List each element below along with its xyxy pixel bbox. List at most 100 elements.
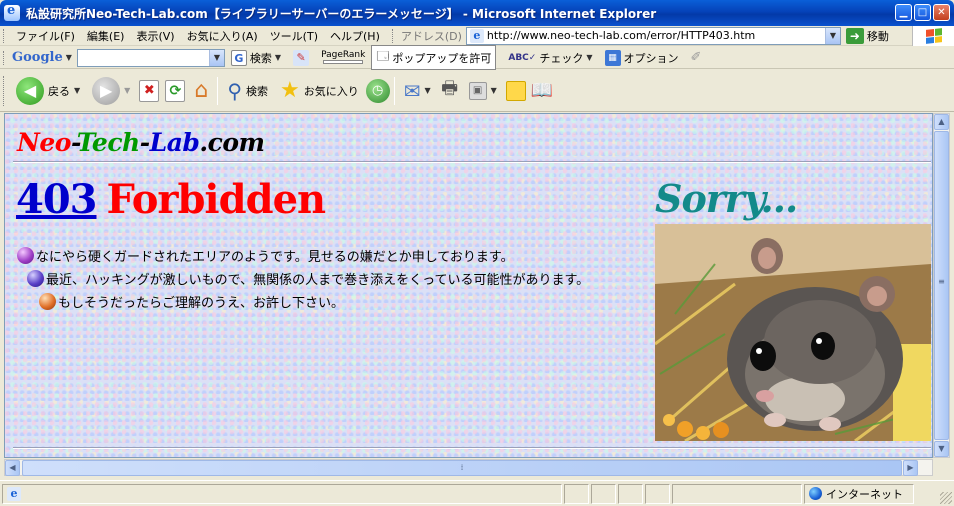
sorry-text: Sorry... <box>655 176 798 221</box>
home-button[interactable]: ⌂ <box>188 78 214 104</box>
maximize-button[interactable]: □ <box>914 4 931 21</box>
edit-button[interactable]: ▣ ▼ <box>463 81 503 100</box>
edit-icon: ▣ <box>468 81 487 100</box>
chevron-down-icon: ▼ <box>124 86 131 95</box>
address-url[interactable]: http://www.neo-tech-lab.com/error/HTTP40… <box>487 29 755 42</box>
title-bar[interactable]: 私設研究所Neo-Tech-Lab.com【ライブラリーサーバーのエラーメッセー… <box>0 0 954 26</box>
minimize-button[interactable]: ▁ <box>895 4 912 21</box>
toolbar-separator <box>393 76 395 105</box>
chevron-left-icon: ◀ <box>9 463 16 472</box>
google-logo-button[interactable]: Google ▼ <box>10 50 74 65</box>
chevron-up-icon: ▲ <box>938 117 945 126</box>
toolbar-grip[interactable] <box>391 28 395 43</box>
refresh-button[interactable]: ⟳ <box>162 78 188 104</box>
forward-button[interactable]: ▶ ▼ <box>86 76 136 105</box>
print-icon: 🖶 <box>441 77 459 99</box>
highlight-button[interactable]: ✐ <box>685 50 708 65</box>
pagerank-indicator[interactable]: PageRank <box>315 51 371 64</box>
chevron-down-icon: ▼ <box>213 52 220 62</box>
status-bar: e インターネット <box>0 480 954 506</box>
scroll-down-button[interactable]: ▼ <box>934 441 949 457</box>
google-search-button[interactable]: G 検索 ▼ <box>225 49 287 66</box>
spellcheck-button[interactable]: ABC✓ チェック ▼ <box>502 50 598 66</box>
history-icon: ◷ <box>365 78 390 103</box>
site-name: Neo-Tech-Lab.com <box>17 128 265 157</box>
address-label: アドレス(D) <box>400 29 462 43</box>
options-icon: ▦ <box>604 49 621 66</box>
message-line: もしそうだったらご理解のうえ、お許し下さい。 <box>17 290 589 313</box>
scroll-right-button[interactable]: ▶ <box>903 460 918 476</box>
error-heading: 403 Forbidden <box>16 176 326 223</box>
popup-allow-button[interactable]: 🗔 ポップアップを許可 <box>371 45 497 70</box>
chevron-right-icon: ▶ <box>907 463 914 472</box>
menu-file[interactable]: ファイル(F) <box>10 28 81 44</box>
site-name-tech: Tech <box>76 128 141 157</box>
page-status-icon: e <box>7 486 21 501</box>
mail-button[interactable]: ✉ ▼ <box>398 79 437 103</box>
menu-view[interactable]: 表示(V) <box>130 28 180 44</box>
back-label: 戻る <box>48 84 70 98</box>
message-line: なにやら硬くガードされたエリアのようです。見せるの嫌だとか申しております。 <box>17 244 589 267</box>
favorites-star-icon: ★ <box>279 78 300 103</box>
blue-bullet-icon <box>27 270 44 287</box>
chevron-down-icon: ▼ <box>829 30 836 40</box>
toolbar-grip[interactable] <box>3 28 6 43</box>
go-label: 移動 <box>866 29 889 43</box>
forward-icon: ▶ <box>92 76 121 105</box>
menu-address-bar: ファイル(F) 編集(E) 表示(V) お気に入り(A) ツール(T) ヘルプ(… <box>0 26 954 46</box>
horizontal-scroll-thumb[interactable]: ⁞ <box>22 460 902 476</box>
google-search-dropdown[interactable]: ▼ <box>208 49 224 66</box>
scroll-up-button[interactable]: ▲ <box>934 114 949 130</box>
resize-grip[interactable] <box>940 492 952 504</box>
messenger-button[interactable] <box>503 78 529 104</box>
window-title: 私設研究所Neo-Tech-Lab.com【ライブラリーサーバーのエラーメッセー… <box>26 6 657 21</box>
google-search-label: 検索 <box>249 51 272 65</box>
page-icon: e <box>469 28 484 43</box>
favorites-button[interactable]: ★ お気に入り <box>274 78 365 103</box>
history-button[interactable]: ◷ <box>365 78 391 104</box>
mail-icon: ✉ <box>403 78 421 103</box>
news-button[interactable]: ✎ <box>287 49 315 66</box>
status-text-cell: e <box>2 483 562 504</box>
research-button[interactable]: 📖 <box>529 78 555 104</box>
toolbar-grip[interactable] <box>3 75 6 106</box>
menu-help[interactable]: ヘルプ(H) <box>324 28 386 44</box>
site-name-neo: Neo <box>17 128 71 157</box>
menu-tools[interactable]: ツール(T) <box>264 28 324 44</box>
vertical-scrollbar[interactable]: ▲ ≡ ▼ <box>933 113 950 458</box>
ie-logo-icon <box>4 3 20 21</box>
site-name-dash: - <box>139 128 150 157</box>
message-text: なにやら硬くガードされたエリアのようです。見せるの嫌だとか申しております。 <box>36 250 514 265</box>
menu-edit[interactable]: 編集(E) <box>81 28 131 44</box>
google-options-button[interactable]: ▦ オプション <box>599 49 685 66</box>
status-cell <box>564 483 589 504</box>
news-icon: ✎ <box>293 49 310 66</box>
minimize-icon: ▁ <box>899 6 908 18</box>
message-text: 最近、ハッキングが激しいもので、無関係の人まで巻き添えをくっている可能性がありま… <box>46 273 590 288</box>
search-icon: ⚲ <box>227 78 242 103</box>
bottom-divider <box>13 447 931 449</box>
back-button[interactable]: ◀ 戻る ▼ <box>10 76 86 105</box>
address-dropdown-button[interactable]: ▼ <box>824 27 840 44</box>
search-button[interactable]: ⚲ 検索 <box>221 79 274 103</box>
address-field[interactable]: e http://www.neo-tech-lab.com/error/HTTP… <box>465 26 841 45</box>
print-button[interactable]: 🖶 <box>437 78 463 104</box>
windows-flag-icon <box>925 28 942 44</box>
stop-icon: ✖ <box>139 79 160 102</box>
standard-toolbar: ◀ 戻る ▼ ▶ ▼ ✖ ⟳ ⌂ ⚲ 検索 ★ お気に入り ◷ ✉ ▼ 🖶 ▣ … <box>0 70 954 112</box>
horizontal-scrollbar[interactable]: ◀ ⁞ ▶ <box>4 459 933 476</box>
go-button[interactable]: ➜ 移動 <box>845 27 889 44</box>
toolbar-grip[interactable] <box>3 50 6 65</box>
scroll-left-button[interactable]: ◀ <box>5 460 20 476</box>
close-button[interactable]: ✕ <box>933 4 950 21</box>
toolbar-separator <box>217 76 219 105</box>
menu-favorites[interactable]: お気に入り(A) <box>181 28 264 44</box>
page-content: Neo-Tech-Lab.com 403 Forbidden Sorry... な… <box>4 113 933 458</box>
error-code-link[interactable]: 403 <box>16 176 97 223</box>
message-list: なにやら硬くガードされたエリアのようです。見せるの嫌だとか申しております。 最近… <box>17 244 589 313</box>
stop-button[interactable]: ✖ <box>136 78 162 104</box>
status-cell <box>591 483 616 504</box>
vertical-scroll-thumb[interactable]: ≡ <box>934 131 949 440</box>
chevron-down-icon: ▼ <box>274 53 282 62</box>
google-search-input[interactable]: ▼ <box>76 48 225 67</box>
